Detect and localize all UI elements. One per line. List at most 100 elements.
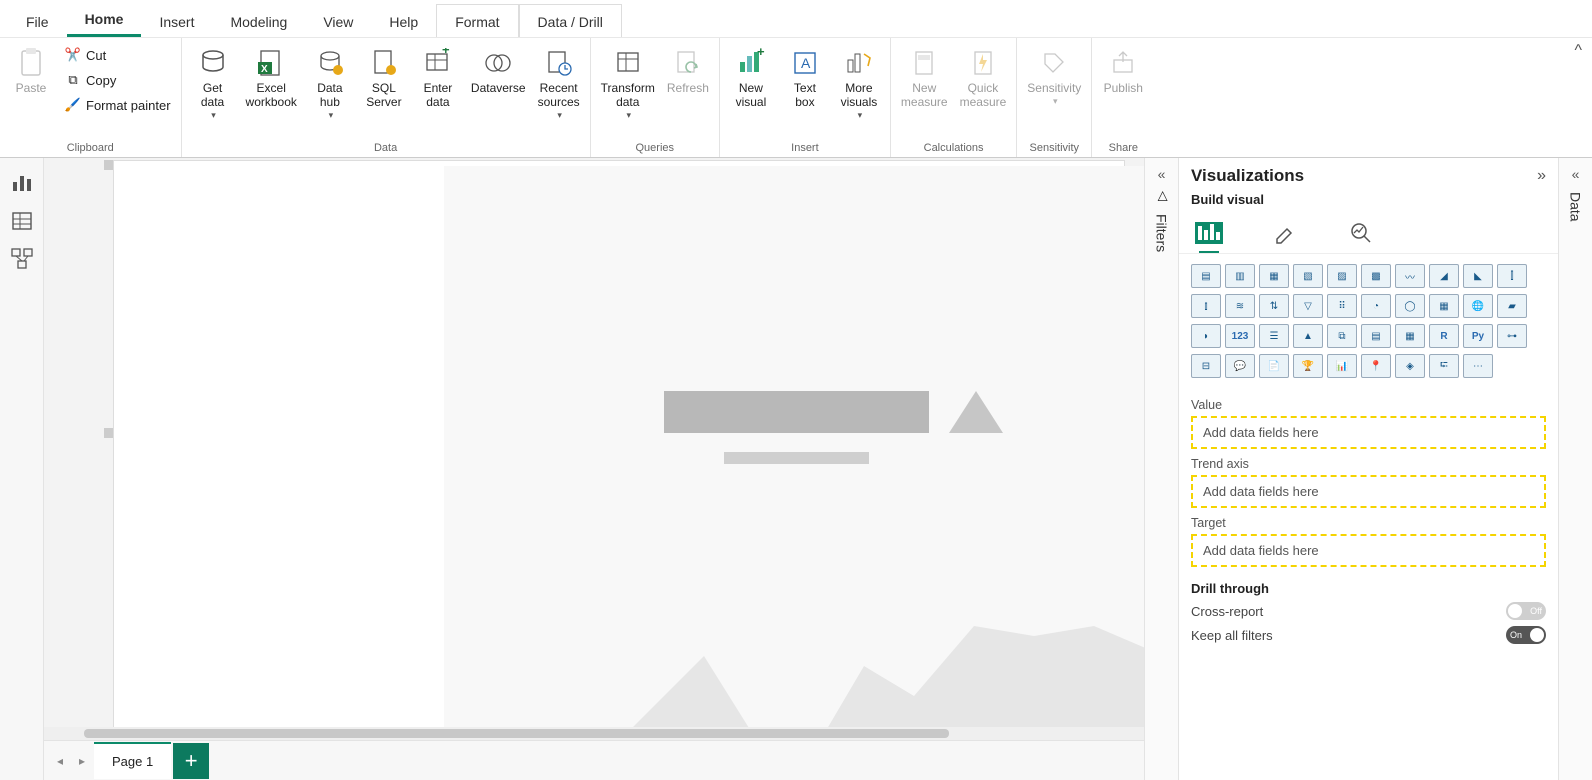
refresh-icon: [671, 46, 705, 80]
scrollbar-thumb[interactable]: [84, 729, 949, 738]
cross-report-toggle[interactable]: Off: [1506, 602, 1546, 620]
viz-decomposition[interactable]: ⊟: [1191, 354, 1221, 378]
ruler-handle[interactable]: [104, 160, 114, 170]
cut-button[interactable]: ✂️Cut: [60, 44, 175, 66]
get-data-button[interactable]: Get data▾: [188, 44, 238, 123]
chevron-down-icon: ▾: [211, 110, 216, 121]
viz-paginated[interactable]: 📊: [1327, 354, 1357, 378]
trend-axis-well-dropzone[interactable]: Add data fields here: [1191, 475, 1546, 508]
format-painter-button[interactable]: 🖌️Format painter: [60, 94, 175, 116]
tab-view[interactable]: View: [305, 5, 371, 37]
viz-area[interactable]: ◢: [1429, 264, 1459, 288]
viz-matrix[interactable]: ▦: [1395, 324, 1425, 348]
refresh-button[interactable]: Refresh: [663, 44, 713, 98]
viz-line-column[interactable]: ⫿: [1497, 264, 1527, 288]
viz-automate[interactable]: ⮓: [1429, 354, 1459, 378]
viz-line[interactable]: 〰: [1395, 264, 1425, 288]
placeholder-area-chart: [444, 566, 1144, 727]
viz-clustered-column[interactable]: ▧: [1293, 264, 1323, 288]
viz-qna[interactable]: 💬: [1225, 354, 1255, 378]
viz-powerapps[interactable]: ◈: [1395, 354, 1425, 378]
viz-ribbon[interactable]: ≋: [1225, 294, 1255, 318]
publish-button[interactable]: Publish: [1098, 44, 1148, 98]
build-visual-label: Build visual: [1179, 190, 1558, 215]
quick-measure-button[interactable]: Quick measure: [956, 44, 1011, 112]
viz-r[interactable]: R: [1429, 324, 1459, 348]
copy-button[interactable]: ⧉Copy: [60, 69, 175, 91]
ribbon-collapse-button[interactable]: ^: [1564, 38, 1592, 64]
sensitivity-button[interactable]: Sensitivity▾: [1023, 44, 1085, 109]
tab-data-drill[interactable]: Data / Drill: [519, 4, 622, 37]
new-measure-button[interactable]: New measure: [897, 44, 952, 112]
viz-arcgis[interactable]: 📍: [1361, 354, 1391, 378]
tab-insert[interactable]: Insert: [141, 5, 212, 37]
viz-stacked-area[interactable]: ◣: [1463, 264, 1493, 288]
viz-stacked-column[interactable]: ▦: [1259, 264, 1289, 288]
tab-file[interactable]: File: [8, 5, 67, 37]
viz-scatter[interactable]: ⠿: [1327, 294, 1357, 318]
tab-help[interactable]: Help: [371, 5, 436, 37]
filters-expand-button[interactable]: «: [1158, 166, 1166, 182]
tab-home[interactable]: Home: [67, 2, 142, 37]
tab-format[interactable]: Format: [436, 4, 518, 37]
viz-treemap[interactable]: ▦: [1429, 294, 1459, 318]
new-visual-button[interactable]: +New visual: [726, 44, 776, 112]
viz-multi-card[interactable]: ☰: [1259, 324, 1289, 348]
data-view-button[interactable]: [11, 210, 33, 232]
viz-goals[interactable]: 🏆: [1293, 354, 1323, 378]
report-canvas[interactable]: [44, 158, 1144, 727]
field-wells: Value Add data fields here Trend axis Ad…: [1179, 384, 1558, 660]
enter-data-button[interactable]: +Enter data: [413, 44, 463, 112]
target-well-dropzone[interactable]: Add data fields here: [1191, 534, 1546, 567]
viz-table[interactable]: ▤: [1361, 324, 1391, 348]
recent-sources-button[interactable]: Recent sources▾: [534, 44, 584, 123]
ruler-handle[interactable]: [104, 428, 114, 438]
report-view-button[interactable]: [11, 172, 33, 194]
viz-more[interactable]: ⋯: [1463, 354, 1493, 378]
add-page-button[interactable]: +: [173, 743, 209, 779]
visual-placeholder[interactable]: [444, 166, 1144, 727]
page-prev-button[interactable]: ◂: [50, 754, 70, 768]
dataverse-button[interactable]: Dataverse: [467, 44, 530, 98]
text-box-button[interactable]: AText box: [780, 44, 830, 112]
transform-data-button[interactable]: Transform data▾: [597, 44, 659, 123]
viz-waterfall[interactable]: ⇅: [1259, 294, 1289, 318]
paste-button[interactable]: Paste: [6, 44, 56, 98]
format-visual-tab[interactable]: [1267, 219, 1303, 247]
model-view-button[interactable]: [11, 248, 33, 270]
viz-100-bar[interactable]: ▨: [1327, 264, 1357, 288]
data-expand-button[interactable]: «: [1572, 166, 1580, 182]
analytics-tab[interactable]: [1343, 219, 1379, 247]
viz-donut[interactable]: ◯: [1395, 294, 1425, 318]
more-visuals-button[interactable]: More visuals▾: [834, 44, 884, 123]
viz-gauge[interactable]: ◗: [1191, 324, 1221, 348]
keep-filters-toggle[interactable]: On: [1506, 626, 1546, 644]
viz-filled-map[interactable]: ▰: [1497, 294, 1527, 318]
viz-key-influencers[interactable]: ⊶: [1497, 324, 1527, 348]
main-area: ◂ ▸ Page 1 + « ▷ Filters Visualizations …: [0, 158, 1592, 780]
excel-icon: X: [254, 46, 288, 80]
viz-100-column[interactable]: ▩: [1361, 264, 1391, 288]
viz-slicer[interactable]: ⧉: [1327, 324, 1357, 348]
viz-stacked-bar[interactable]: ▤: [1191, 264, 1221, 288]
excel-workbook-button[interactable]: XExcel workbook: [242, 44, 301, 112]
viz-python[interactable]: Py: [1463, 324, 1493, 348]
horizontal-scrollbar[interactable]: [44, 727, 1144, 740]
viz-pie[interactable]: ◔: [1361, 294, 1391, 318]
data-hub-button[interactable]: Data hub▾: [305, 44, 355, 123]
page-tab-1[interactable]: Page 1: [94, 742, 171, 779]
viz-clustered-bar[interactable]: ▥: [1225, 264, 1255, 288]
viz-narrative[interactable]: 📄: [1259, 354, 1289, 378]
visualizations-collapse-button[interactable]: »: [1537, 167, 1546, 185]
viz-line-clustered[interactable]: ⫾: [1191, 294, 1221, 318]
build-visual-tab[interactable]: [1191, 219, 1227, 247]
value-well-dropzone[interactable]: Add data fields here: [1191, 416, 1546, 449]
sql-server-button[interactable]: SQL Server: [359, 44, 409, 112]
page-next-button[interactable]: ▸: [72, 754, 92, 768]
viz-map[interactable]: 🌐: [1463, 294, 1493, 318]
viz-card[interactable]: 123: [1225, 324, 1255, 348]
tab-modeling[interactable]: Modeling: [212, 5, 305, 37]
viz-funnel[interactable]: ▽: [1293, 294, 1323, 318]
report-page[interactable]: [114, 161, 1124, 727]
viz-kpi[interactable]: ▲: [1293, 324, 1323, 348]
